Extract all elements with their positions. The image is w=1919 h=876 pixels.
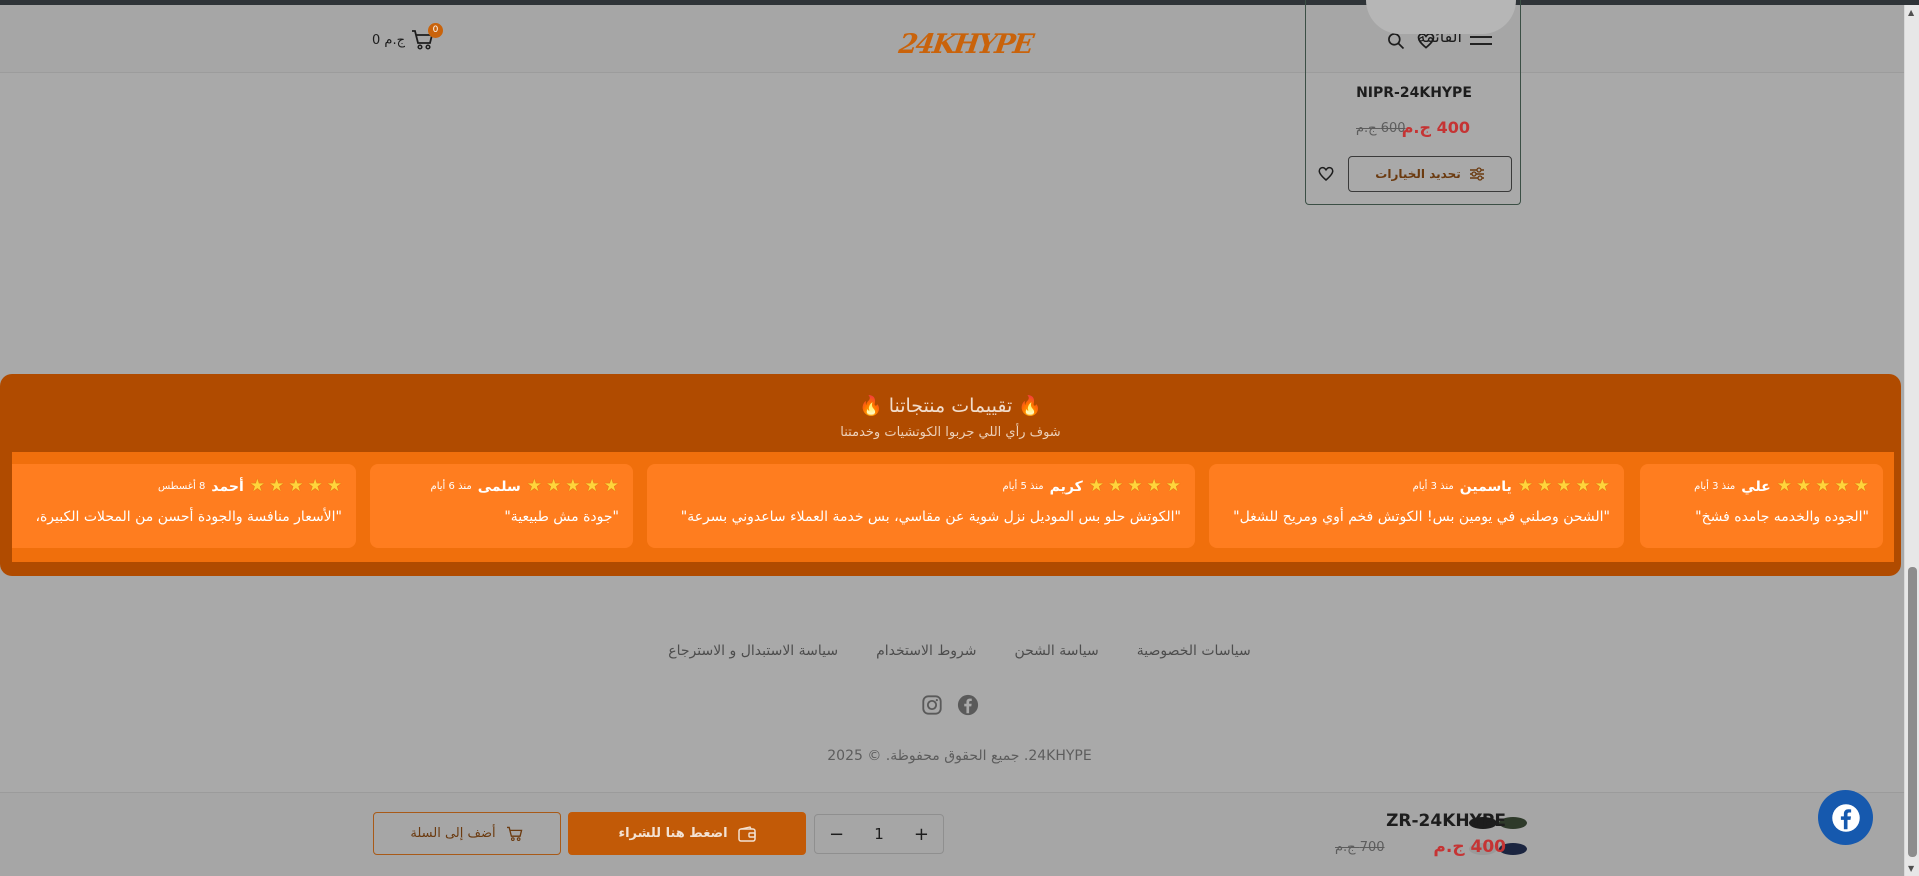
review-date: منذ 3 أيام bbox=[1694, 481, 1736, 492]
reviews-section: 🔥 تقييمات منتجاتنا 🔥 شوف رأي اللي جربوا … bbox=[0, 374, 1901, 576]
review-card: ★ ★ ★ ★ ★ علي منذ 3 أيام "الجوده والخدمه جام… bbox=[1640, 464, 1883, 548]
buy-now-button[interactable]: اضغط هنا للشراء bbox=[568, 812, 806, 855]
footer-link-terms[interactable]: شروط الاستخدام bbox=[876, 643, 976, 659]
review-card: ★ ★ ★ ★ ★ أحمد 8 أغسطس "الأسعار منافسة والجو… bbox=[12, 464, 356, 548]
quantity-value[interactable]: 1 bbox=[874, 825, 884, 843]
footer-link-returns[interactable]: سياسة الاستبدال و الاسترجاع bbox=[668, 643, 838, 659]
review-date: منذ 6 أيام bbox=[430, 481, 472, 492]
reviewer-name: ياسمين bbox=[1459, 478, 1512, 495]
reviews-subtitle: شوف رأي اللي جربوا الكوتشيات وخدمتنا bbox=[840, 425, 1061, 440]
wallet-icon bbox=[737, 825, 756, 842]
review-card: ★ ★ ★ ★ ★ سلمى منذ 6 أيام "جودة مش طبيعية" bbox=[370, 464, 633, 548]
reviewer-name: كريم bbox=[1049, 478, 1083, 495]
add-to-cart-button[interactable]: أضف إلى السلة bbox=[373, 812, 561, 855]
review-date: منذ 5 أيام bbox=[1002, 481, 1044, 492]
reviews-title: 🔥 تقييمات منتجاتنا 🔥 bbox=[859, 395, 1042, 417]
product-old-price: 600 ج.م bbox=[1356, 121, 1406, 136]
rating-stars: ★ ★ ★ ★ ★ bbox=[526, 476, 619, 496]
sticky-product-price: 400 ج.م bbox=[1433, 837, 1506, 857]
scroll-up-arrow-icon[interactable]: ▲ bbox=[1908, 8, 1914, 17]
review-card: ★ ★ ★ ★ ★ كريم منذ 5 أيام "الكوتش حلو بس الم… bbox=[647, 464, 1195, 548]
scroll-down-arrow-icon[interactable]: ▼ bbox=[1908, 864, 1914, 873]
sticky-purchase-bar: ZR-24KHYPE 400 ج.م 700 ج.م − 1 + اضغط هن… bbox=[0, 792, 1904, 876]
review-text: "جودة مش طبيعية" bbox=[504, 509, 619, 525]
rating-stars: ★ ★ ★ ★ ★ bbox=[1088, 476, 1181, 496]
decrease-quantity-button[interactable]: − bbox=[829, 824, 844, 845]
footer-link-shipping[interactable]: سياسة الشحن bbox=[1014, 643, 1098, 659]
review-text: "الكوتش حلو بس الموديل نزل شوية عن مقاسي… bbox=[680, 509, 1181, 525]
reviewer-name: علي bbox=[1741, 478, 1771, 495]
quantity-stepper: − 1 + bbox=[814, 814, 944, 854]
review-text: "الشحن وصلني في يومين بس! الكوتش فخم أوي… bbox=[1233, 509, 1610, 525]
facebook-icon[interactable] bbox=[957, 694, 979, 716]
review-date: منذ 3 أيام bbox=[1412, 481, 1454, 492]
select-options-button[interactable]: تحديد الخيارات bbox=[1348, 156, 1512, 192]
rating-stars: ★ ★ ★ ★ ★ bbox=[1517, 476, 1610, 496]
product-name[interactable]: NIPR-24KHYPE bbox=[1306, 85, 1522, 101]
cart-count-badge: 0 bbox=[427, 23, 443, 38]
add-to-cart-label: أضف إلى السلة bbox=[410, 826, 496, 841]
page-scrollbar[interactable]: ▲ ▼ bbox=[1904, 5, 1919, 876]
facebook-chat-button[interactable] bbox=[1818, 790, 1873, 845]
rating-stars: ★ ★ ★ ★ ★ bbox=[1776, 476, 1869, 496]
site-header: القائمة 24KHYPE 0 ج.م 0 bbox=[0, 5, 1904, 73]
rating-stars: ★ ★ ★ ★ ★ bbox=[249, 476, 342, 496]
product-price: 400 ج.م bbox=[1401, 118, 1470, 137]
footer-link-privacy[interactable]: سياسات الخصوصية bbox=[1137, 643, 1251, 659]
copyright-text: 24KHYPE. جميع الحقوق محفوظة. © 2025 bbox=[827, 748, 1092, 764]
reviewer-name: سلمى bbox=[477, 478, 521, 495]
review-text: "الجوده والخدمه جامده فشخ" bbox=[1695, 509, 1869, 525]
product-image[interactable] bbox=[1366, 0, 1516, 34]
sticky-product-name: ZR-24KHYPE bbox=[1386, 811, 1506, 831]
select-options-label: تحديد الخيارات bbox=[1375, 167, 1461, 181]
sliders-icon bbox=[1469, 167, 1484, 181]
product-card[interactable]: NIPR-24KHYPE 400 ج.م 600 ج.م تحديد الخيا… bbox=[1305, 0, 1521, 205]
increase-quantity-button[interactable]: + bbox=[914, 824, 929, 845]
cart-icon bbox=[506, 826, 523, 841]
sticky-product-old-price: 700 ج.م bbox=[1335, 840, 1385, 855]
reviewer-name: أحمد bbox=[211, 478, 244, 495]
footer-links: سياسات الخصوصية سياسة الشحن شروط الاستخد… bbox=[0, 643, 1919, 659]
reviews-carousel[interactable]: ★ ★ ★ ★ ★ علي منذ 3 أيام "الجوده والخدمه جام… bbox=[12, 452, 1894, 562]
instagram-icon[interactable] bbox=[921, 694, 943, 716]
scrollbar-thumb[interactable] bbox=[1908, 567, 1917, 857]
buy-now-label: اضغط هنا للشراء bbox=[618, 826, 728, 841]
site-logo[interactable]: 24KHYPE bbox=[896, 27, 1034, 63]
review-date: 8 أغسطس bbox=[157, 481, 206, 492]
cart-icon: 0 bbox=[411, 23, 443, 51]
cart-button[interactable]: 0 ج.م 0 bbox=[372, 23, 443, 51]
cart-total: 0 ج.م bbox=[372, 32, 405, 48]
facebook-icon bbox=[1831, 803, 1860, 832]
wishlist-heart-icon[interactable] bbox=[1317, 165, 1335, 183]
review-card: ★ ★ ★ ★ ★ ياسمين منذ 3 أيام "الشحن وصلني في … bbox=[1209, 464, 1624, 548]
review-text: "الأسعار منافسة والجودة أحسن من المحلات … bbox=[35, 509, 342, 525]
